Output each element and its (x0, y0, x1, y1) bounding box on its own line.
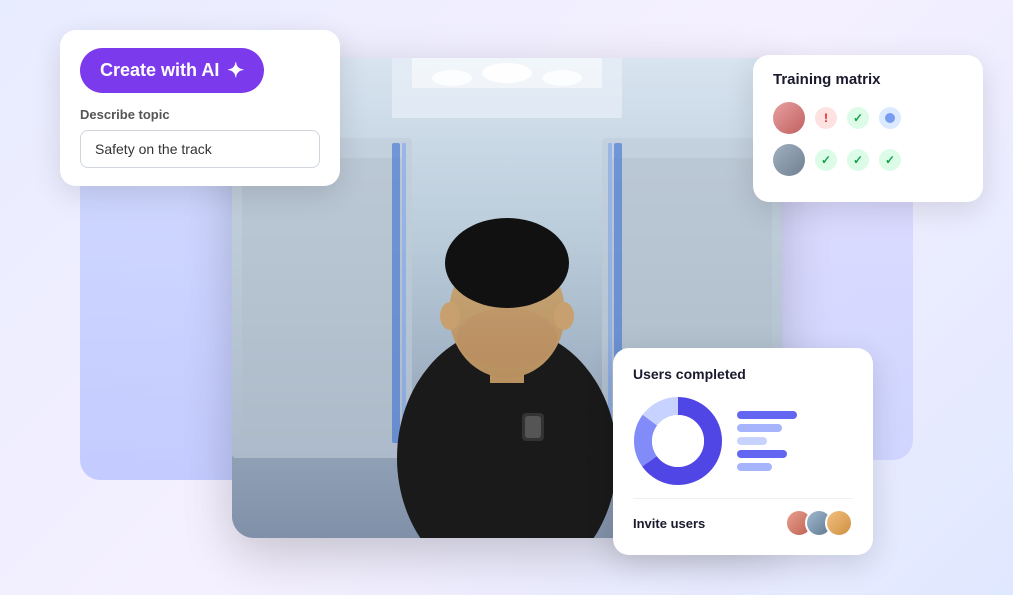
invite-users-label: Invite users (633, 516, 705, 531)
bar-fill-4 (737, 450, 787, 458)
donut-chart (633, 396, 723, 486)
bar-item-1 (737, 411, 797, 419)
status-red-1: ! (815, 107, 837, 129)
bar-item-4 (737, 450, 797, 458)
matrix-row-1: ! ✓ (773, 102, 963, 134)
bar-fill-3 (737, 437, 767, 445)
topic-input[interactable] (80, 130, 320, 168)
matrix-row-2: ✓ ✓ ✓ (773, 144, 963, 176)
create-ai-card: Create with AI ✦ Describe topic (60, 30, 340, 186)
users-completed-title: Users completed (633, 366, 853, 382)
button-label: Create with AI (100, 60, 219, 81)
bar-item-3 (737, 437, 797, 445)
status-green-1: ✓ (847, 107, 869, 129)
chart-area (633, 396, 853, 486)
avatar-user1 (773, 102, 805, 134)
bar-legend (737, 411, 797, 471)
bar-item-5 (737, 463, 797, 471)
bar-fill-5 (737, 463, 772, 471)
status-blue-1 (879, 107, 901, 129)
avatar-group (785, 509, 853, 537)
invite-avatar-3 (825, 509, 853, 537)
avatar-user2 (773, 144, 805, 176)
scene: Create with AI ✦ Describe topic Training… (0, 0, 1013, 595)
training-matrix-card: Training matrix ! ✓ ✓ ✓ ✓ (753, 55, 983, 202)
users-completed-card: Users completed (613, 348, 873, 555)
status-green-2a: ✓ (815, 149, 837, 171)
status-green-2c: ✓ (879, 149, 901, 171)
create-ai-button[interactable]: Create with AI ✦ (80, 48, 264, 93)
bar-item-2 (737, 424, 797, 432)
training-matrix-title: Training matrix (773, 71, 963, 88)
bar-fill-1 (737, 411, 797, 419)
describe-topic-label: Describe topic (80, 107, 320, 122)
sparkle-icon: ✦ (227, 58, 244, 83)
status-green-2b: ✓ (847, 149, 869, 171)
invite-users-row: Invite users (633, 498, 853, 537)
bar-fill-2 (737, 424, 782, 432)
